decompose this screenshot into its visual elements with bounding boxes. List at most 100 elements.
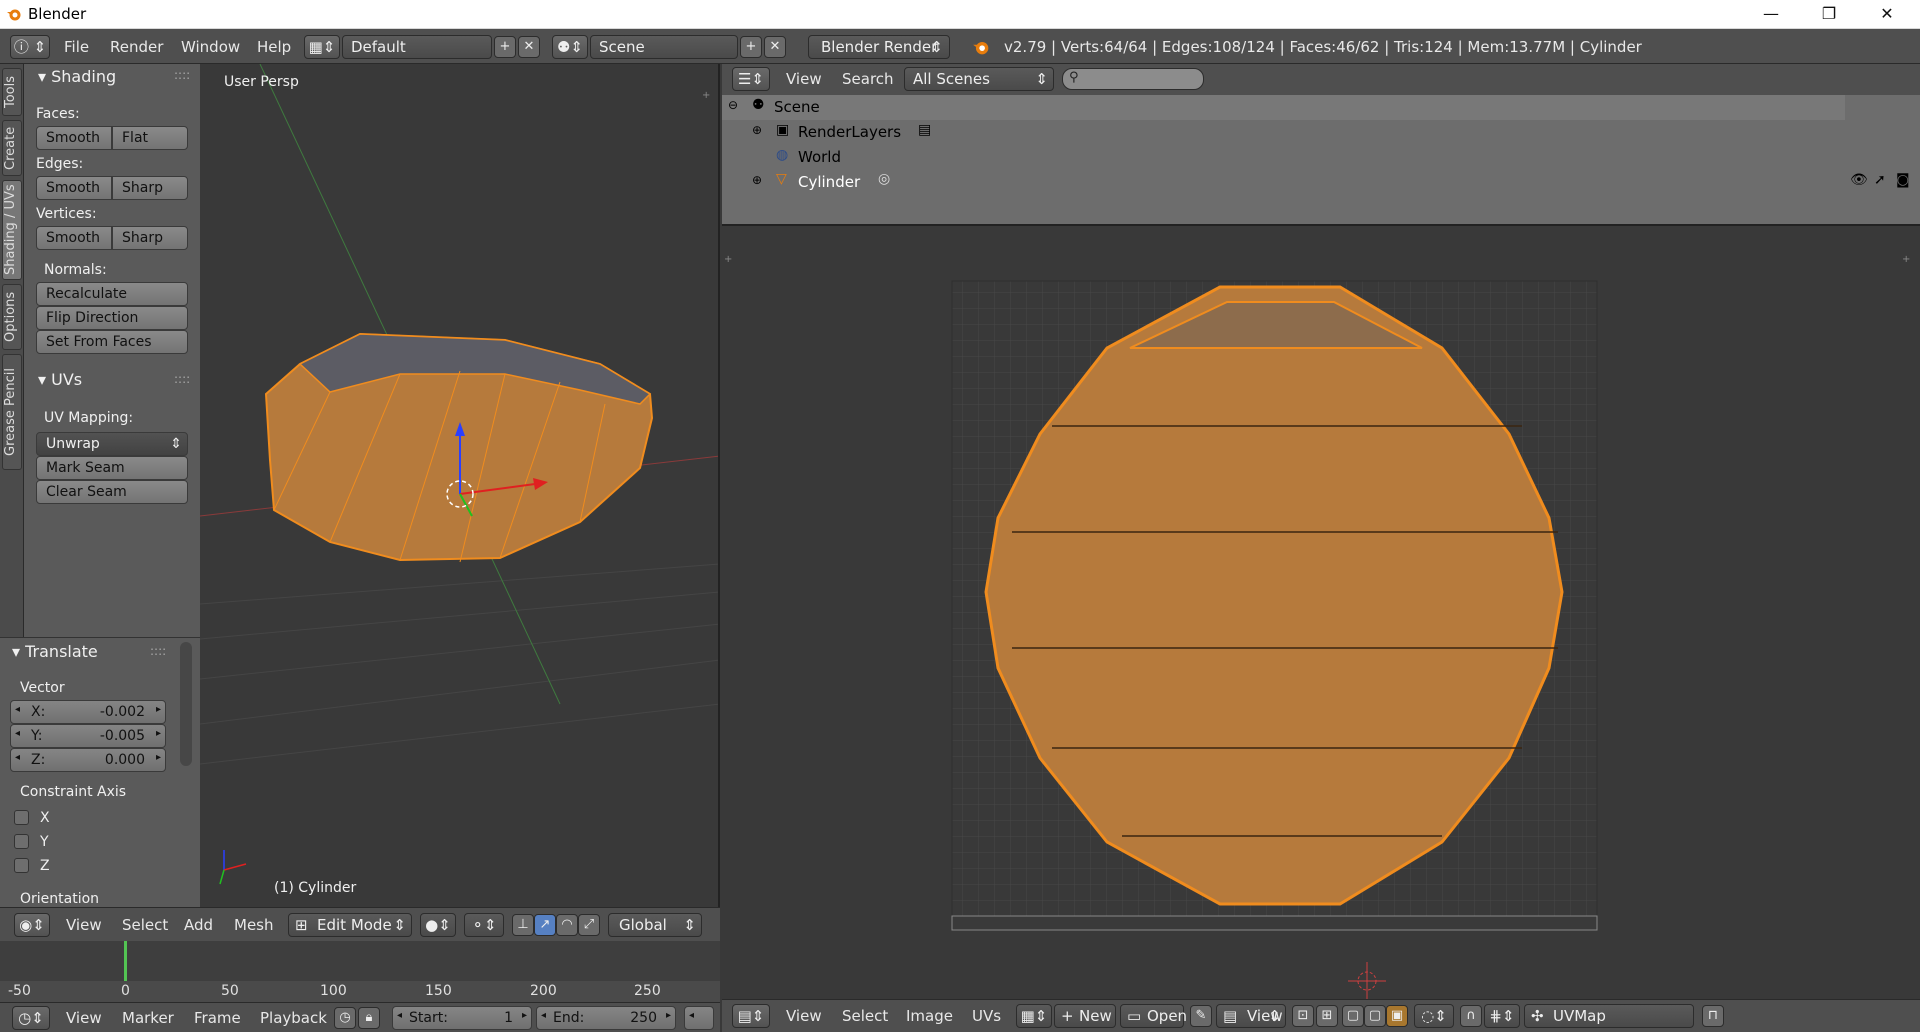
mark-seam-button[interactable]: Mark Seam [36,456,188,480]
tab-shading-uvs[interactable]: Shading / UVs [2,180,22,280]
tab-grease-pencil[interactable]: Grease Pencil [2,354,22,470]
menu-select[interactable]: Select [122,916,168,934]
menu-mesh[interactable]: Mesh [234,916,274,934]
decrement-arrow-icon[interactable]: ◂ [15,704,20,715]
remove-layout-icon[interactable]: ✕ [518,36,540,58]
scene-name-field[interactable]: Scene [590,35,738,59]
drag-handle-icon[interactable]: :::: [174,372,190,386]
vertex-select-icon[interactable]: ▢ [1342,1005,1364,1027]
increment-arrow-icon[interactable]: ▸ [666,1010,671,1021]
lock-icon[interactable]: ⊓ [1702,1005,1724,1027]
maximize-button[interactable]: ❐ [1800,0,1858,29]
selectable-cursor-icon[interactable]: ➚ [1874,172,1886,188]
menu-select[interactable]: Select [842,1007,888,1025]
mode-select[interactable]: ⊞ Edit Mode ⇕ [288,913,412,937]
minimize-button[interactable]: — [1742,0,1800,29]
shading-panel-header[interactable]: ▾ Shading [38,67,116,86]
vertices-sharp-button[interactable]: Sharp [112,226,188,250]
menu-uvs[interactable]: UVs [972,1007,1001,1025]
snap-element-select[interactable]: ⋕⇕ [1484,1004,1520,1028]
end-frame-field[interactable]: ◂ End: 250 ▸ [536,1006,676,1030]
manipulator-toggle-icon[interactable]: ⊥ [512,914,534,936]
menu-view[interactable]: View [786,70,822,88]
uv-vertex-strip[interactable] [951,915,1598,931]
current-frame-field[interactable]: ◂ [684,1006,714,1030]
recalculate-button[interactable]: Recalculate [36,282,188,306]
sticky-selection-icon[interactable]: ⊞ [1316,1005,1338,1027]
tab-options[interactable]: Options [2,284,22,350]
outliner-row-cylinder[interactable]: ⊕ ▽ Cylinder ◎ 👁︎ ➚ ◙ [722,170,1920,195]
info-editor-type-button[interactable]: ⓘ ⇕ [10,35,50,59]
menu-add[interactable]: Add [184,916,213,934]
clear-seam-button[interactable]: Clear Seam [36,480,188,504]
timeline[interactable]: -50 0 50 100 150 200 250 [0,941,720,1002]
faces-flat-button[interactable]: Flat [112,126,188,150]
region-toggle-icon[interactable]: + [1902,254,1910,265]
edges-sharp-button[interactable]: Sharp [112,176,188,200]
3d-viewport[interactable]: User Persp (1) Cylinder + [200,64,720,907]
menu-window[interactable]: Window [181,38,240,56]
outliner-row-renderlayers[interactable]: ⊕ ▣ RenderLayers ▤ [722,120,1845,145]
add-scene-icon[interactable]: + [740,36,762,58]
add-layout-icon[interactable]: + [494,36,516,58]
menu-help[interactable]: Help [257,38,291,56]
editor-type-button[interactable]: ◉⇕ [14,913,50,937]
constraint-z-checkbox[interactable] [14,858,29,873]
increment-arrow-icon[interactable]: ▸ [156,704,161,715]
constraint-x-checkbox[interactable] [14,810,29,825]
edges-smooth-button[interactable]: Smooth [36,176,112,200]
view-mode-select[interactable]: ▤ View ⇕ [1216,1004,1286,1028]
decrement-arrow-icon[interactable]: ◂ [15,728,20,739]
edge-select-icon[interactable]: ▢ [1364,1005,1386,1027]
translate-manipulator-icon[interactable]: ↗ [534,914,556,936]
decrement-arrow-icon[interactable]: ◂ [541,1010,546,1021]
region-toggle-icon[interactable]: + [702,90,710,101]
menu-view[interactable]: View [786,1007,822,1025]
menu-search[interactable]: Search [842,70,894,88]
region-toggle-icon[interactable]: + [724,254,732,265]
pivot-point-select[interactable]: ⚬⇕ [464,913,504,937]
decrement-arrow-icon[interactable]: ◂ [397,1010,402,1021]
visibility-eye-icon[interactable]: 👁︎ [1850,172,1868,188]
renderable-camera-icon[interactable]: ◙ [1896,172,1910,188]
vertices-smooth-button[interactable]: Smooth [36,226,112,250]
vector-y-field[interactable]: ◂ Y: -0.005 ▸ [10,724,166,748]
face-select-icon[interactable]: ▣ [1386,1005,1408,1027]
uvs-panel-header[interactable]: ▾ UVs [38,370,82,389]
scale-manipulator-icon[interactable]: ⤢ [578,914,600,936]
menu-render[interactable]: Render [110,38,163,56]
set-from-faces-button[interactable]: Set From Faces [36,330,188,354]
uv-map-select[interactable]: ✣ UVMap [1524,1004,1694,1028]
expand-icon[interactable]: ⊕ [752,173,762,187]
drag-handle-icon[interactable]: :::: [174,68,190,82]
layout-name-field[interactable]: Default [342,35,492,59]
flip-direction-button[interactable]: Flip Direction [36,306,188,330]
decrement-arrow-icon[interactable]: ◂ [15,752,20,763]
translate-panel-header[interactable]: ▾ Translate [12,642,98,661]
editor-type-button[interactable]: ☰⇕ [732,67,770,91]
snap-icon[interactable]: ∩ [1460,1005,1482,1027]
unwrap-menu[interactable]: Unwrap ⇕ [36,432,188,456]
constraint-y-checkbox[interactable] [14,834,29,849]
outliner-row-world[interactable]: ◍ World [722,145,1845,170]
rotate-manipulator-icon[interactable]: ◠ [556,914,578,936]
proportional-edit-select[interactable]: ◌⇕ [1414,1004,1454,1028]
menu-view[interactable]: View [66,1009,102,1027]
open-image-button[interactable]: ▭ Open [1120,1004,1187,1028]
panel-scrollbar[interactable] [180,642,192,766]
vector-z-field[interactable]: ◂ Z: 0.000 ▸ [10,748,166,772]
outliner-row-scene[interactable]: ⊖ ⚉ Scene [722,95,1845,120]
menu-view[interactable]: View [66,916,102,934]
pin-icon[interactable]: ✎ [1190,1005,1212,1027]
editor-type-button[interactable]: ▤⇕ [732,1004,770,1028]
menu-marker[interactable]: Marker [122,1009,174,1027]
uv-editor-viewport[interactable]: + + [722,228,1920,999]
menu-file[interactable]: File [64,38,89,56]
lock-icon[interactable]: 🔒︎ [358,1007,380,1029]
menu-image[interactable]: Image [906,1007,953,1025]
outliner-search-input[interactable]: ⚲ [1062,68,1204,90]
display-mode-select[interactable]: All Scenes ⇕ [904,67,1054,91]
editor-type-button[interactable]: ◷⇕ [12,1006,50,1030]
increment-arrow-icon[interactable]: ▸ [522,1010,527,1021]
increment-arrow-icon[interactable]: ▸ [156,752,161,763]
